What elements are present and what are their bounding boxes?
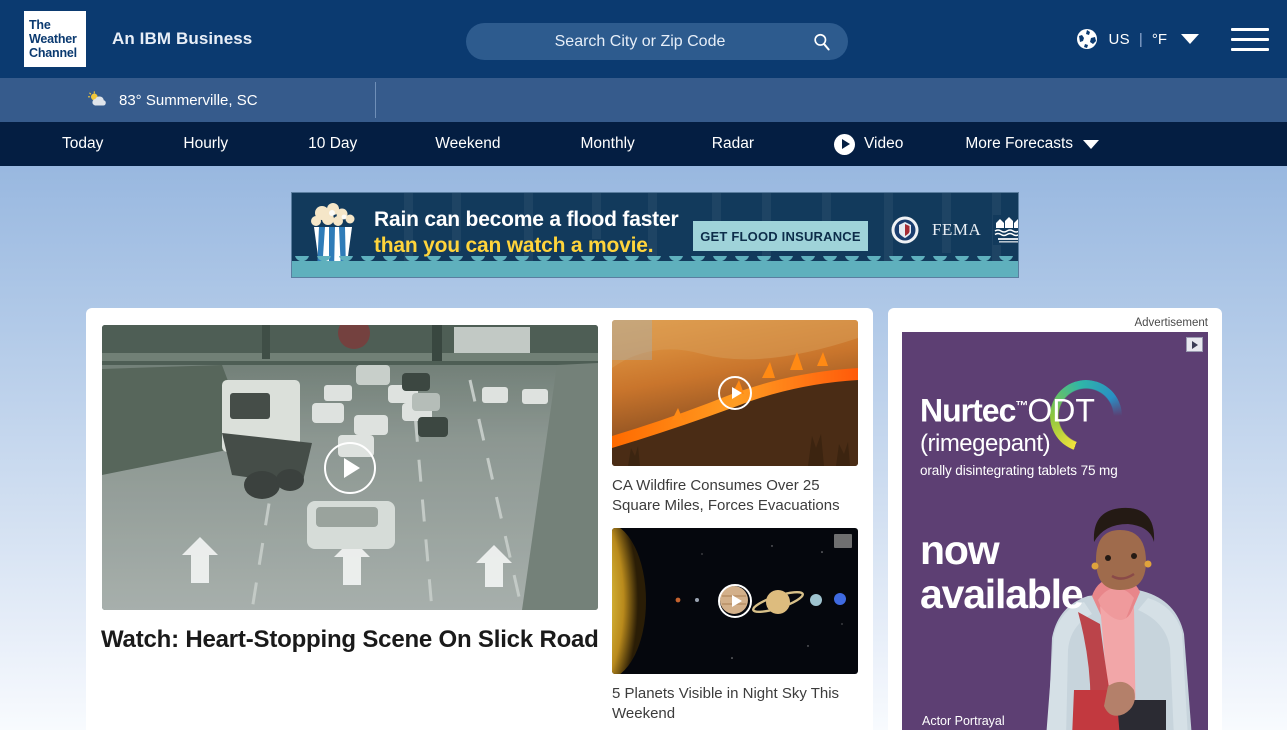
hamburger-bar-2 — [1231, 37, 1269, 41]
featured-video-card: Watch: Heart-Stopping Scene On Slick Roa… — [86, 308, 873, 730]
nurtec-headline-line-2: available — [920, 571, 1084, 617]
logo-line-2: Weather — [29, 32, 77, 46]
unit-label[interactable]: °F — [1152, 31, 1167, 48]
nurtec-brand-line: Nurtec™ODT — [920, 388, 1118, 429]
actor-portrayal-disclaimer: Actor Portrayal — [922, 714, 1005, 728]
sun-behind-cloud-icon — [88, 91, 106, 106]
play-icon[interactable] — [324, 441, 376, 494]
weather-channel-logo[interactable]: The Weather Channel — [24, 11, 86, 67]
get-flood-insurance-button[interactable]: GET FLOOD INSURANCE — [693, 221, 868, 251]
hamburger-bar-3 — [1231, 47, 1269, 51]
banner-water-wave — [292, 256, 1018, 277]
location-temperature-label: 83° Summerville, SC — [119, 91, 258, 109]
nurtec-branding: Nurtec™ODT (rimegepant) orally disintegr… — [920, 388, 1118, 478]
nav-item-monthly[interactable]: Monthly — [581, 135, 635, 153]
wildfire-video-thumbnail[interactable] — [612, 320, 858, 466]
side-card-wildfire: CA Wildfire Consumes Over 25 Square Mile… — [612, 320, 858, 516]
play-icon — [834, 133, 855, 155]
primary-navigation: Today Hourly 10 Day Weekend Monthly Rada… — [0, 122, 1287, 166]
hero-headline[interactable]: Watch: Heart-Stopping Scene On Slick Roa… — [101, 626, 641, 654]
nav-label-video: Video — [864, 135, 904, 152]
header-controls: US | °F — [1075, 0, 1269, 78]
fema-flood-insurance-banner-ad[interactable]: Rain can become a flood faster than you … — [291, 192, 1019, 278]
nav-label-radar: Radar — [711, 135, 754, 152]
nav-item-video[interactable]: Video — [834, 133, 904, 155]
nav-label-monthly: Monthly — [580, 135, 635, 152]
banner-headline: Rain can become a flood faster than you … — [374, 207, 679, 259]
hero-video-thumbnail[interactable] — [102, 325, 598, 610]
globe-icon[interactable] — [1075, 27, 1099, 51]
nav-label-weekend: Weekend — [435, 135, 501, 152]
nurtec-advertisement[interactable]: Nurtec™ODT (rimegepant) orally disintegr… — [902, 332, 1208, 730]
unit-separator: | — [1138, 30, 1143, 48]
banner-logos: FEMA — [890, 215, 1018, 245]
ibm-business-tagline: An IBM Business — [112, 29, 253, 48]
search-container — [466, 23, 848, 60]
current-location-chip[interactable]: 83° Summerville, SC — [0, 78, 258, 122]
nav-label-more-forecasts: More Forecasts — [965, 135, 1074, 152]
nav-item-radar[interactable]: Radar — [712, 135, 754, 153]
nav-item-hourly[interactable]: Hourly — [183, 135, 228, 153]
wildfire-caption[interactable]: CA Wildfire Consumes Over 25 Square Mile… — [612, 476, 858, 516]
hamburger-menu-icon[interactable] — [1231, 27, 1269, 51]
site-header: The Weather Channel An IBM Business US |… — [0, 0, 1287, 78]
planets-video-thumbnail[interactable] — [612, 528, 858, 674]
chevron-down-icon — [1083, 139, 1100, 149]
location-bar: 83° Summerville, SC — [0, 78, 1287, 122]
nav-item-today[interactable]: Today — [62, 135, 103, 153]
search-input[interactable] — [466, 23, 848, 60]
chevron-down-icon[interactable] — [1181, 34, 1199, 44]
side-card-planets: 5 Planets Visible in Night Sky This Week… — [612, 528, 858, 724]
nav-item-more-forecasts[interactable]: More Forecasts — [965, 135, 1100, 153]
nav-item-weekend[interactable]: Weekend — [435, 135, 500, 153]
location-divider — [375, 82, 376, 118]
banner-headline-line-1: Rain can become a flood faster — [374, 208, 679, 231]
nav-label-hourly: Hourly — [183, 135, 229, 152]
nav-label-10-day: 10 Day — [308, 135, 358, 152]
nurtec-headline: now available — [920, 527, 1084, 617]
weather-channel-homepage: The Weather Channel An IBM Business US |… — [0, 0, 1287, 730]
region-label[interactable]: US — [1108, 31, 1129, 48]
nurtec-trademark: ™ — [1015, 398, 1028, 413]
nav-item-10-day[interactable]: 10 Day — [308, 135, 357, 153]
advertisement-label: Advertisement — [1134, 317, 1208, 329]
nurtec-description: orally disintegrating tablets 75 mg — [920, 462, 1118, 478]
nurtec-brand-name: Nurtec — [920, 392, 1016, 429]
hamburger-bar-1 — [1231, 27, 1269, 31]
nav-label-today: Today — [62, 135, 104, 152]
nurtec-brand-suffix: ODT — [1027, 392, 1095, 429]
fema-wordmark: FEMA — [932, 220, 982, 239]
logo-line-3: Channel — [29, 46, 77, 60]
advertisement-panel: Advertisement Nurtec™ODT (rimegepant) or… — [888, 308, 1222, 730]
planets-caption[interactable]: 5 Planets Visible in Night Sky This Week… — [612, 684, 858, 724]
logo-line-1: The — [29, 18, 51, 32]
play-icon[interactable] — [718, 584, 752, 618]
nurtec-generic-name: (rimegepant) — [920, 429, 1051, 457]
dhs-seal-icon — [891, 216, 919, 244]
nurtec-headline-line-1: now — [920, 527, 1000, 573]
national-flood-insurance-program-logo — [993, 215, 1018, 245]
play-icon[interactable] — [718, 376, 752, 410]
adchoices-icon[interactable] — [1186, 337, 1203, 352]
